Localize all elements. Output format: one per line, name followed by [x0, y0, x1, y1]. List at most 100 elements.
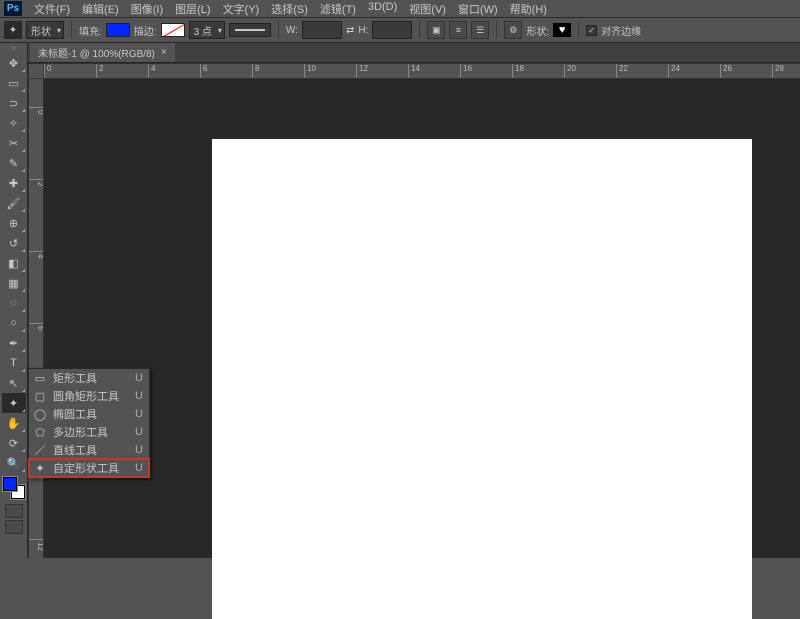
eyedropper-tool[interactable]: ✎ [2, 153, 26, 173]
type-tool[interactable]: T [2, 353, 26, 373]
foreground-color-well[interactable] [3, 477, 17, 491]
menu-item[interactable]: 帮助(H) [504, 0, 553, 18]
ruler-tick: 0 [44, 64, 51, 79]
flyout-item[interactable]: ⬠ 多边形工具 U [29, 423, 149, 441]
flyout-item-label: 椭圆工具 [53, 406, 119, 422]
flyout-item-label: 多边形工具 [53, 424, 119, 440]
shape-tool-flyout: ▭矩形工具U▢圆角矩形工具U◯椭圆工具U⬠多边形工具U／直线工具U✦自定形状工具… [28, 368, 150, 478]
blur-tool[interactable]: ◌ [2, 293, 26, 313]
flyout-item-label: 圆角矩形工具 [53, 388, 119, 404]
canvas-viewport[interactable] [44, 79, 800, 558]
width-label: W: [286, 25, 298, 36]
flyout-shortcut: U [135, 372, 143, 384]
tool-preset-icon[interactable]: ✦ [4, 21, 22, 39]
ruler-tick: 20 [564, 64, 576, 79]
flyout-item[interactable]: ／直线工具U [29, 441, 149, 459]
fill-swatch[interactable] [106, 23, 130, 37]
crop-tool[interactable]: ✂ [2, 133, 26, 153]
ruler-tick: 22 [616, 64, 628, 79]
flyout-item[interactable]: ▭矩形工具U [29, 369, 149, 387]
menu-item[interactable]: 视图(V) [403, 0, 452, 18]
height-label: H: [358, 25, 368, 36]
custom-shape-tool[interactable]: ✦ [2, 393, 26, 413]
ruler-tick: 0 [29, 107, 44, 114]
menu-item[interactable]: 滤镜(T) [314, 0, 362, 18]
magic-wand-tool[interactable]: ✧ [2, 113, 26, 133]
flyout-item[interactable]: ▢圆角矩形工具U [29, 387, 149, 405]
titlebar: Ps 文件(F)编辑(E)图像(I)图层(L)文字(Y)选择(S)滤镜(T)3D… [0, 0, 800, 18]
ruler-tick: 2 [29, 179, 44, 186]
shape-label: 形状: [526, 23, 549, 38]
ruler-tick: 24 [668, 64, 680, 79]
stroke-swatch[interactable] [161, 23, 185, 37]
flyout-shortcut: U [135, 390, 143, 402]
mode-dropdown[interactable]: 形状 [26, 21, 64, 39]
stroke-style-preview[interactable] [229, 23, 271, 37]
ruler-tick: 12 [29, 539, 44, 551]
document-tabstrip: 未标题-1 @ 100%(RGB/8) × [0, 43, 800, 63]
zoom-tool[interactable]: 🔍 [2, 453, 26, 473]
flyout-shortcut: U [135, 408, 143, 420]
move-tool[interactable]: ✥ [2, 53, 26, 73]
pen-tool[interactable]: ✒ [2, 333, 26, 353]
align-icon[interactable]: ≡ [449, 21, 467, 39]
menu-item[interactable]: 窗口(W) [452, 0, 504, 18]
lasso-tool[interactable]: ⊃ [2, 93, 26, 113]
close-icon[interactable]: × [161, 47, 167, 58]
menu-item[interactable]: 图像(I) [125, 0, 169, 18]
dodge-tool[interactable]: ○ [2, 313, 26, 333]
menu-item[interactable]: 选择(S) [265, 0, 314, 18]
ruler-tick: 16 [460, 64, 472, 79]
width-input[interactable] [302, 21, 342, 39]
stroke-width-dropdown[interactable]: 3 点 [189, 21, 225, 39]
gradient-tool[interactable]: ▦ [2, 273, 26, 293]
menu-item[interactable]: 编辑(E) [76, 0, 125, 18]
hand-tool[interactable]: ✋ [2, 413, 26, 433]
ruler-tick: 6 [200, 64, 207, 79]
quickmask-button[interactable] [5, 504, 23, 518]
settings-gear-icon[interactable]: ⚙ [504, 21, 522, 39]
toolbox-toggle-icon[interactable]: » [0, 43, 27, 53]
tool-icon: ⬠ [33, 426, 47, 439]
document-tab[interactable]: 未标题-1 @ 100%(RGB/8) × [30, 43, 175, 62]
ruler-origin[interactable] [28, 63, 44, 79]
ruler-tick: 18 [512, 64, 524, 79]
ruler-tick: 10 [304, 64, 316, 79]
flyout-shortcut: U [135, 462, 143, 474]
arrange-icon[interactable]: ☰ [471, 21, 489, 39]
brush-tool[interactable]: 🖌 [2, 193, 26, 213]
align-edges-label: 对齐边缘 [601, 23, 641, 38]
menubar: 文件(F)编辑(E)图像(I)图层(L)文字(Y)选择(S)滤镜(T)3D(D)… [28, 0, 553, 18]
stamp-tool[interactable]: ⊕ [2, 213, 26, 233]
shape-preview-heart-icon[interactable]: ♥ [553, 23, 571, 37]
ruler-horizontal[interactable]: 0246810121416182022242628 [44, 63, 800, 79]
ruler-tick: 12 [356, 64, 368, 79]
ruler-tick: 2 [96, 64, 103, 79]
menu-item[interactable]: 文件(F) [28, 0, 76, 18]
flyout-shortcut: U [135, 426, 143, 438]
flyout-item[interactable]: ◯椭圆工具U [29, 405, 149, 423]
flyout-item[interactable]: ✦自定形状工具U [29, 459, 149, 477]
rotate-view-tool[interactable]: ⟳ [2, 433, 26, 453]
history-brush-tool[interactable]: ↺ [2, 233, 26, 253]
screenmode-button[interactable] [5, 520, 23, 534]
pathop-combine-icon[interactable]: ▣ [427, 21, 445, 39]
document-canvas[interactable] [212, 139, 752, 619]
link-wh-icon[interactable]: ⇄ [346, 25, 354, 36]
menu-item[interactable]: 3D(D) [362, 0, 403, 18]
heal-tool[interactable]: ✚ [2, 173, 26, 193]
options-bar: ✦ 形状 填充: 描边: 3 点 W: ⇄ H: ▣ ≡ ☰ ⚙ 形状: ♥ ✓… [0, 18, 800, 43]
path-select-tool[interactable]: ↖ [2, 373, 26, 393]
align-edges-checkbox[interactable]: ✓ [586, 25, 597, 36]
tool-icon: ／ [33, 442, 47, 458]
ruler-vertical[interactable]: 024681012 [28, 79, 44, 558]
menu-item[interactable]: 文字(Y) [217, 0, 266, 18]
eraser-tool[interactable]: ◧ [2, 253, 26, 273]
ruler-tick: 4 [148, 64, 155, 79]
marquee-tool[interactable]: ▭ [2, 73, 26, 93]
menu-item[interactable]: 图层(L) [169, 0, 216, 18]
height-input[interactable] [372, 21, 412, 39]
ruler-tick: 8 [252, 64, 259, 79]
tool-icon: ✦ [33, 462, 47, 475]
flyout-item-label: 直线工具 [53, 442, 119, 458]
